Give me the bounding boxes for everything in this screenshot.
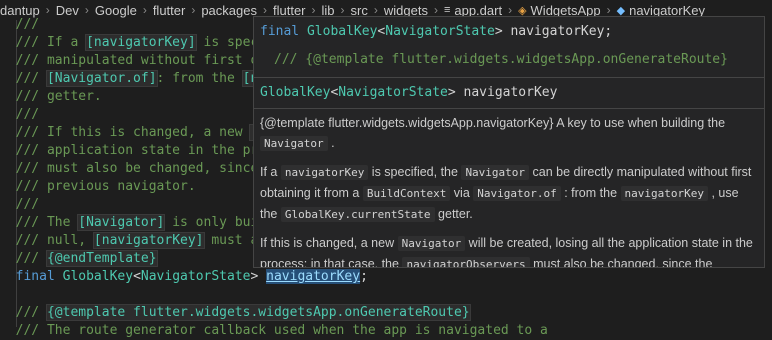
chevron-right-icon: ›	[262, 3, 267, 17]
class-icon: ◈	[518, 4, 527, 17]
code-line: /// [Navigator.of]: from the [n	[0, 70, 260, 87]
code-line: /// {@endTemplate}	[0, 250, 158, 267]
doc-paragraph: If a navigatorKey is specified, the Navi…	[260, 165, 752, 222]
field-icon: ◆	[616, 4, 626, 17]
chevron-right-icon: ›	[191, 3, 196, 17]
chevron-right-icon: ›	[433, 3, 438, 17]
code-line: /// If this is changed, a new [N	[0, 124, 268, 142]
code-line: final GlobalKey<NavigatorState> navigato…	[15, 269, 368, 284]
breadcrumb-item[interactable]: Dev ›	[56, 3, 95, 18]
hovered-identifier[interactable]: navigatorKey	[266, 269, 361, 284]
code-line: /// previous navigator.	[0, 179, 196, 194]
code-line: ///	[0, 107, 40, 122]
code-line: /// If a [navigatorKey] is specif	[0, 34, 274, 51]
hover-declaration: GlobalKey<NavigatorState> navigatorKey	[260, 85, 558, 100]
breadcrumb-label: flutter	[152, 2, 186, 18]
chevron-right-icon: ›	[45, 3, 50, 17]
chevron-right-icon: ›	[142, 3, 147, 17]
doc-paragraph: If this is changed, a new Navigator will…	[260, 233, 758, 267]
chevron-right-icon: ›	[311, 3, 316, 17]
code-line: /// The [Navigator] is only buil	[0, 214, 267, 231]
code-line: /// getter.	[0, 89, 102, 104]
breadcrumb-label: packages	[201, 2, 257, 18]
chevron-right-icon: ›	[373, 3, 378, 17]
chevron-right-icon: ›	[340, 3, 345, 17]
doc-paragraph: {@template flutter.widgets.widgetsApp.na…	[260, 116, 726, 151]
hover-template-line: /// {@template flutter.widgets.widgetsAp…	[274, 52, 728, 67]
breadcrumb-item[interactable]: flutter ›	[153, 3, 202, 18]
file-lines-icon: ≡	[443, 4, 451, 16]
hover-tooltip[interactable]: final GlobalKey<NavigatorState> navigato…	[253, 16, 765, 268]
hover-documentation: {@template flutter.widgets.widgetsApp.na…	[254, 109, 764, 267]
code-line: /// must also be changed, since	[0, 161, 267, 176]
code-line: /// null, [navigatorKey] must al	[0, 232, 267, 249]
breadcrumb-label: Dev	[55, 2, 79, 18]
breadcrumb-item[interactable]: Google ›	[95, 3, 153, 18]
chevron-right-icon: ›	[84, 3, 89, 17]
hover-signature: final GlobalKey<NavigatorState> navigato…	[260, 24, 613, 39]
code-line: /// application state in the pro	[0, 143, 267, 158]
code-line: /// manipulated without first ob	[0, 53, 267, 68]
code-line: ///	[0, 197, 40, 212]
code-line: ///	[0, 17, 40, 32]
code-line: /// The route generator callback used wh…	[0, 323, 548, 338]
chevron-right-icon: ›	[508, 3, 513, 17]
breadcrumb-label: Google	[94, 2, 137, 18]
chevron-right-icon: ›	[606, 3, 611, 17]
code-line: /// {@template flutter.widgets.widgetsAp…	[0, 304, 471, 321]
